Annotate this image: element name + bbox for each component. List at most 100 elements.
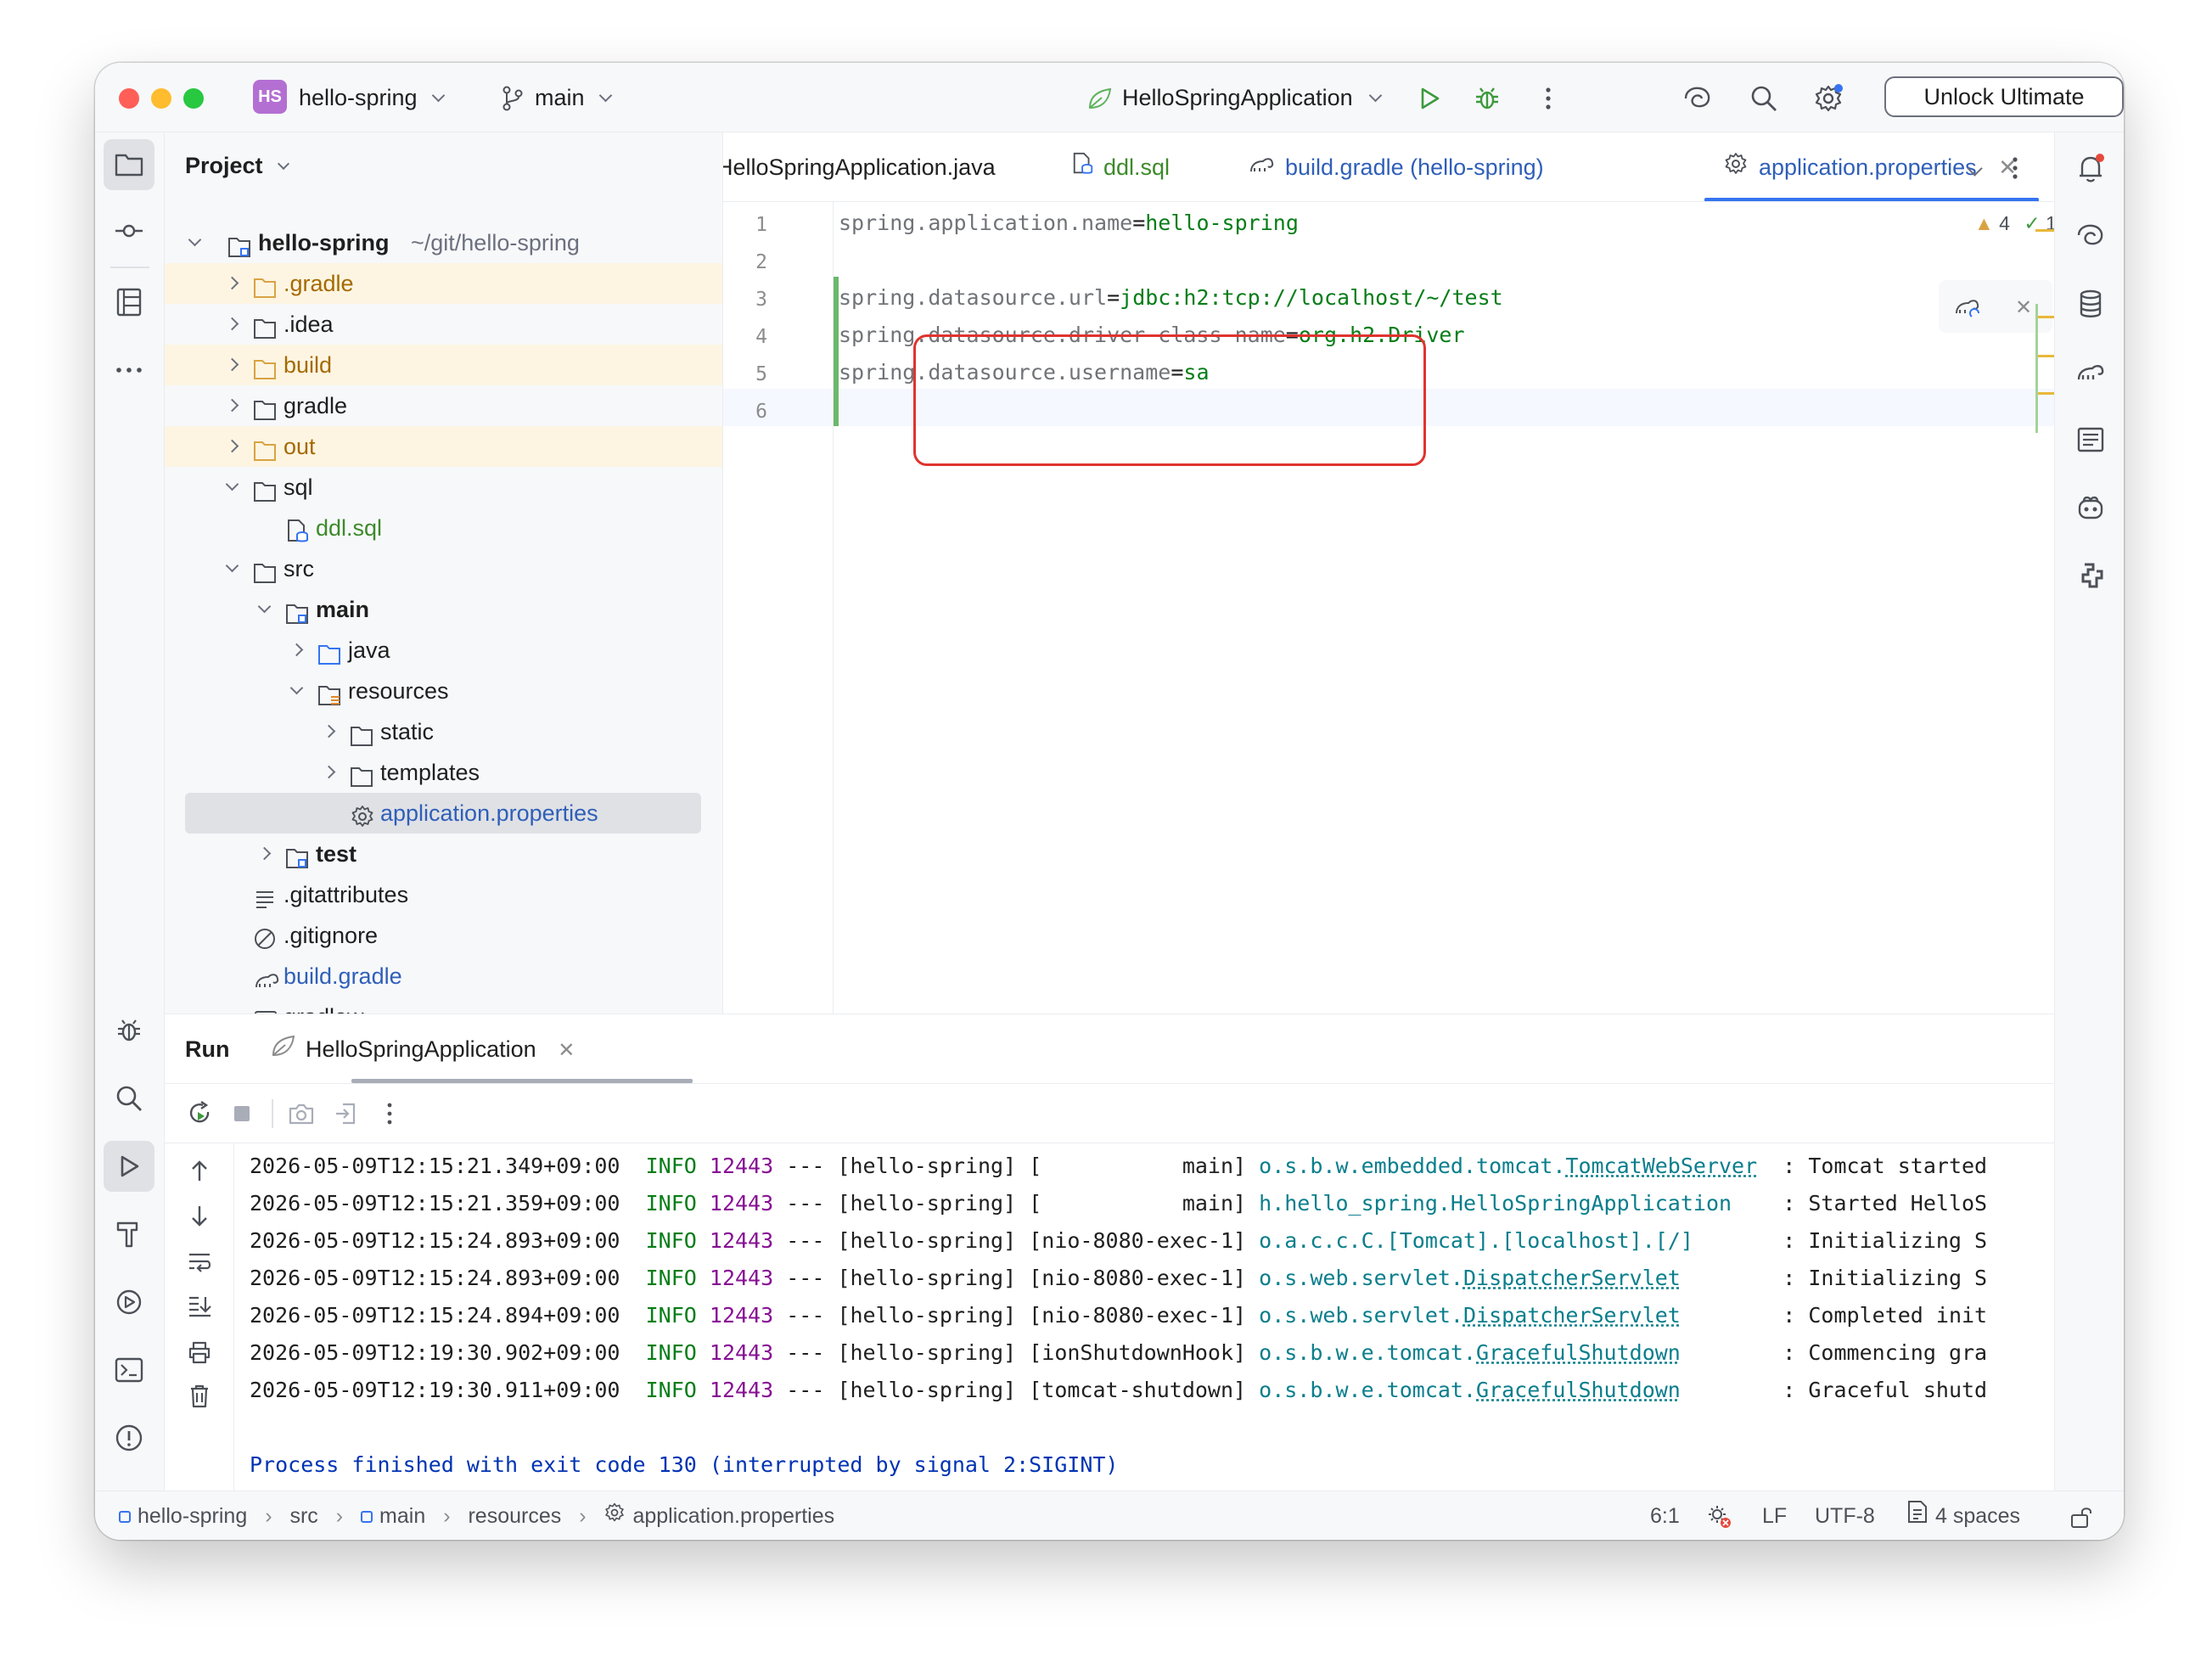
tree-item-out[interactable]: out (165, 426, 722, 467)
breadcrumb-item[interactable]: src (289, 1504, 317, 1528)
search-icon[interactable] (1745, 80, 1783, 117)
notifications-bell-icon[interactable] (2065, 143, 2116, 194)
console-output[interactable]: 2026-05-09T12:15:21.349+09:00 INFO 12443… (250, 1143, 2054, 1491)
build-tool-icon[interactable] (104, 1209, 154, 1260)
warning-stripe-marker[interactable] (2035, 392, 2054, 395)
tree-item-java[interactable]: java (165, 630, 722, 671)
exit-icon[interactable] (328, 1096, 363, 1131)
tree-item-hello-spring[interactable]: hello-spring ~/git/hello-spring (165, 222, 722, 263)
tree-item-test[interactable]: test (165, 834, 722, 874)
project-panel-title[interactable]: Project (185, 132, 290, 199)
breadcrumb-item[interactable]: hello-spring (138, 1504, 247, 1528)
soft-wrap-icon[interactable] (182, 1245, 217, 1279)
chevron-down-icon (188, 233, 202, 247)
scroll-up-icon[interactable] (182, 1154, 217, 1188)
minimize-window-button[interactable] (151, 88, 171, 109)
find-tool-icon[interactable] (104, 1073, 154, 1124)
rerun-icon[interactable] (182, 1096, 217, 1131)
tab-list-chevron-icon[interactable] (1956, 149, 1993, 187)
branch-selector[interactable]: main (535, 63, 613, 132)
services-tool-icon[interactable] (104, 1277, 154, 1328)
tree-item-gradlew[interactable]: gradlew (165, 997, 722, 1013)
structure-tool-icon[interactable] (104, 277, 154, 328)
indent-setting[interactable]: 4 spaces (1906, 1491, 2020, 1540)
warning-stripe-marker[interactable] (2035, 229, 2054, 232)
caret-position[interactable]: 6:1 (1650, 1491, 1680, 1540)
breadcrumb-separator-icon: › (579, 1504, 587, 1528)
trash-icon[interactable] (182, 1379, 217, 1413)
project-tool-icon[interactable] (104, 139, 154, 190)
run-icon[interactable] (1412, 81, 1446, 115)
breadcrumb-item[interactable]: resources (468, 1504, 561, 1528)
file-encoding[interactable]: UTF-8 (1815, 1491, 1875, 1540)
warning-stripe-marker[interactable] (2035, 316, 2054, 318)
debug-icon[interactable] (1470, 81, 1504, 115)
document-viewer-icon[interactable] (2065, 414, 2116, 465)
tree-item-build-gradle[interactable]: build.gradle (165, 956, 722, 997)
zoom-window-button[interactable] (183, 88, 204, 109)
camera-icon[interactable] (284, 1096, 319, 1131)
tree-item-gradle-cache[interactable]: .gradle (165, 263, 722, 304)
copilot-icon[interactable] (2065, 482, 2116, 533)
stop-icon[interactable] (224, 1096, 260, 1131)
tree-item-gitattributes[interactable]: .gitattributes (165, 874, 722, 915)
tab-build-gradle[interactable]: build.gradle (hello-spring) (1248, 132, 1544, 201)
tree-item-application-properties[interactable]: application.properties (165, 793, 722, 834)
terminal-tool-icon[interactable] (104, 1345, 154, 1395)
log-line: 2026-05-09T12:19:30.902+09:00 INFO 12443… (250, 1340, 1988, 1365)
line-separator[interactable]: LF (1762, 1491, 1787, 1540)
change-stripe-marker[interactable] (2035, 304, 2038, 433)
gradle-elephant-icon (253, 964, 279, 988)
module-folder-icon (285, 842, 311, 868)
settings-gear-icon[interactable] (1810, 80, 1847, 117)
line-number: 2 (755, 251, 767, 273)
run-tab-hello-spring-application[interactable]: HelloSpringApplication ✕ (270, 1014, 575, 1084)
code-style-warning-icon[interactable] (1704, 1502, 1735, 1532)
tree-item-templates[interactable]: templates (165, 752, 722, 793)
gradle-reload-icon[interactable] (1951, 290, 1985, 324)
tree-item-ddl-sql[interactable]: ddl.sql (165, 508, 722, 548)
gradle-tool-icon[interactable] (2065, 346, 2116, 397)
breadcrumb-item[interactable]: main (379, 1504, 425, 1528)
log-line: 2026-05-09T12:15:24.893+09:00 INFO 12443… (250, 1266, 1988, 1290)
project-badge[interactable]: HS (253, 80, 287, 114)
more-vertical-icon[interactable] (1531, 81, 1565, 115)
scroll-to-end-icon[interactable] (182, 1289, 217, 1323)
database-icon[interactable] (2065, 278, 2116, 329)
indent-icon (1906, 1492, 1928, 1540)
project-selector[interactable]: hello-spring (299, 63, 446, 132)
problems-tool-icon[interactable] (104, 1412, 154, 1463)
tree-item-idea[interactable]: .idea (165, 304, 722, 345)
tree-item-build[interactable]: build (165, 345, 722, 385)
print-icon[interactable] (182, 1335, 217, 1369)
close-tab-icon[interactable]: ✕ (558, 1039, 575, 1062)
run-tool-icon[interactable] (104, 1141, 154, 1192)
tree-item-gitignore[interactable]: .gitignore (165, 915, 722, 956)
more-vertical-icon[interactable] (1996, 149, 2034, 187)
tree-item-main[interactable]: main (165, 589, 722, 630)
unlock-file-icon[interactable] (2066, 1502, 2097, 1532)
tree-item-resources[interactable]: resources (165, 671, 722, 711)
more-tools-icon[interactable] (104, 345, 154, 396)
breadcrumb-item[interactable]: application.properties (632, 1504, 834, 1528)
tree-item-gradle[interactable]: gradle (165, 385, 722, 426)
tree-item-src[interactable]: src (165, 548, 722, 589)
run-config-selector[interactable]: HelloSpringApplication (1122, 63, 1383, 132)
debug-tool-icon[interactable] (104, 1005, 154, 1056)
breadcrumb-separator-icon: › (335, 1504, 344, 1528)
ai-assistant-icon[interactable] (1679, 80, 1716, 117)
commit-tool-icon[interactable] (104, 205, 154, 256)
tab-hello-spring-application-java[interactable]: HelloSpringApplication.java (723, 132, 996, 201)
tree-item-static[interactable]: static (165, 711, 722, 752)
close-window-button[interactable] (119, 88, 139, 109)
more-vertical-icon[interactable] (372, 1096, 407, 1131)
tab-ddl-sql[interactable]: ddl.sql (1071, 132, 1170, 201)
unlock-ultimate-button[interactable]: Unlock Ultimate (1884, 76, 2124, 117)
plugin-icon[interactable] (2065, 550, 2116, 601)
tree-item-sql[interactable]: sql (165, 467, 722, 508)
chevron-right-icon (225, 357, 239, 372)
ai-chat-icon[interactable] (2065, 211, 2116, 261)
scroll-down-icon[interactable] (182, 1199, 217, 1233)
code-editor[interactable]: 1 2 3 4 5 6 spring.application.name=hell… (723, 202, 2054, 1013)
warning-stripe-marker[interactable] (2035, 355, 2054, 357)
